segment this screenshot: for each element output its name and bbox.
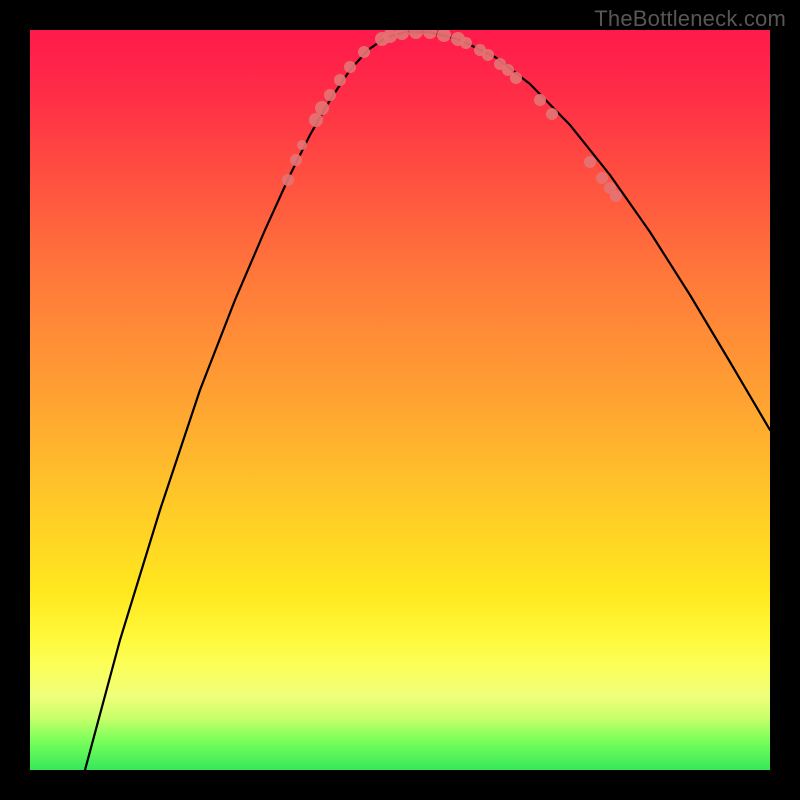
bottleneck-curve	[85, 32, 770, 770]
data-point	[290, 154, 302, 166]
plot-area	[30, 30, 770, 770]
chart-svg	[30, 30, 770, 770]
data-point	[423, 30, 437, 39]
data-point	[297, 140, 307, 150]
data-point	[315, 101, 329, 115]
data-point	[409, 30, 423, 39]
data-point	[610, 190, 622, 202]
data-point	[460, 37, 472, 49]
data-point	[546, 108, 558, 120]
data-point	[584, 156, 596, 168]
data-point	[334, 74, 346, 86]
data-point	[395, 30, 409, 40]
data-point	[344, 61, 356, 73]
data-point	[437, 30, 451, 42]
data-point	[324, 89, 336, 101]
data-point	[282, 174, 294, 186]
data-point	[596, 172, 608, 184]
data-point	[510, 72, 522, 84]
data-point	[482, 49, 494, 61]
data-markers	[282, 30, 622, 202]
chart-frame: TheBottleneck.com	[0, 0, 800, 800]
watermark-text: TheBottleneck.com	[594, 6, 786, 32]
data-point	[309, 113, 323, 127]
data-point	[534, 94, 546, 106]
data-point	[358, 46, 370, 58]
